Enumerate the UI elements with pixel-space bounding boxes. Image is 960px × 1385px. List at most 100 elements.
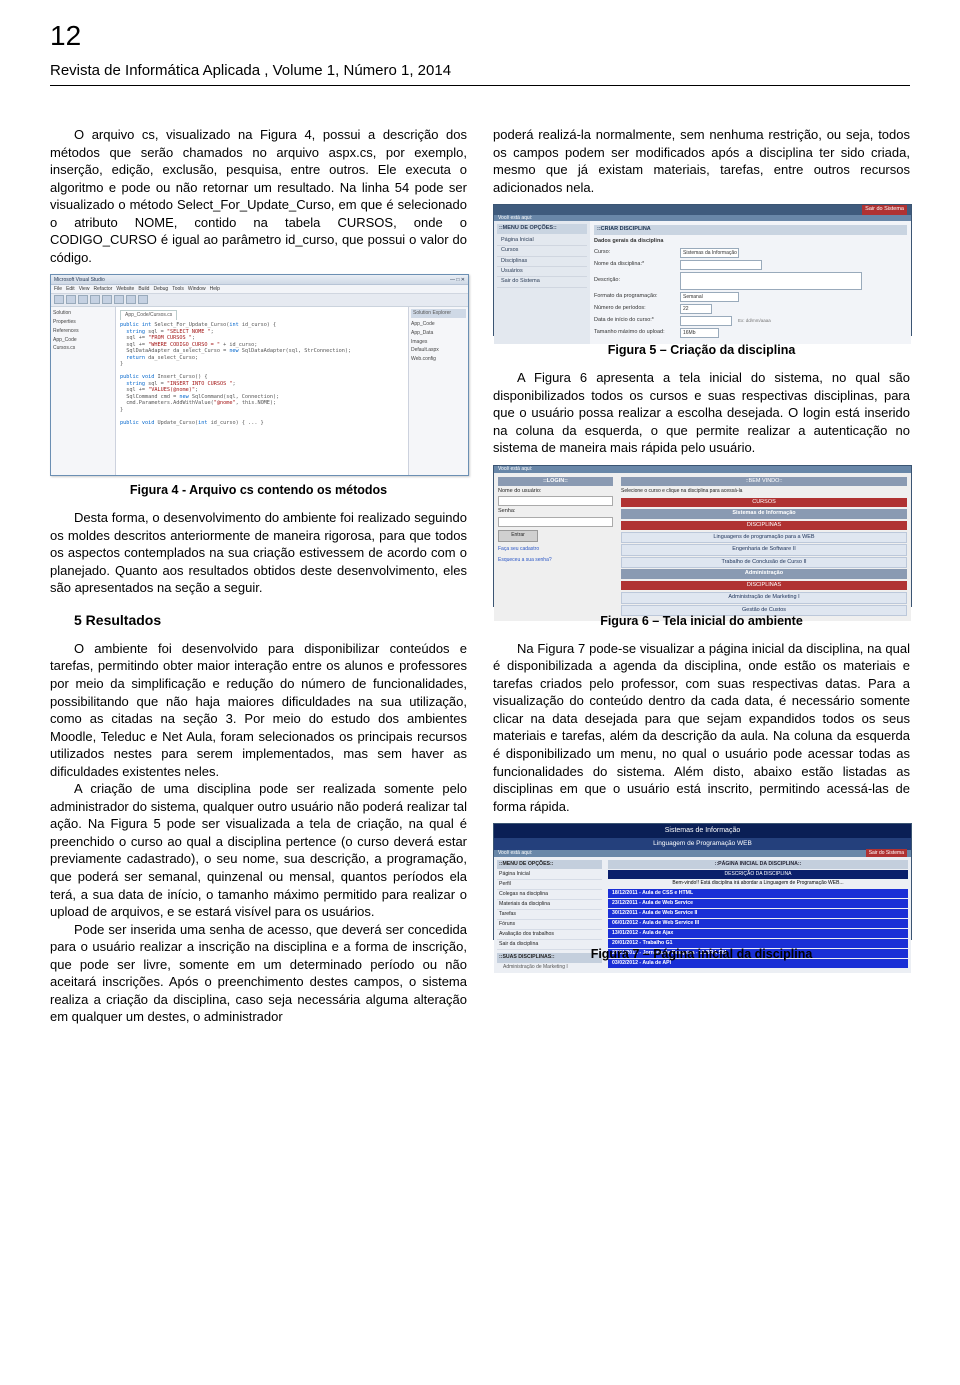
ide-menubar: File Edit View Refactor Website Build De… bbox=[51, 285, 468, 294]
desc-textarea[interactable] bbox=[680, 272, 862, 290]
pass-input[interactable] bbox=[498, 517, 613, 527]
sidebar-item[interactable]: Colegas na disciplina bbox=[497, 890, 602, 900]
course-name: Administração bbox=[621, 569, 907, 578]
solution-item[interactable]: Images bbox=[411, 338, 466, 347]
formato-label: Formato da programação: bbox=[594, 293, 674, 300]
tammax-label: Tamanho máximo do upload: bbox=[594, 329, 674, 336]
login-button[interactable]: Entrar bbox=[498, 530, 538, 542]
sidebar-item[interactable]: Materiais da disciplina bbox=[497, 900, 602, 910]
sidebar-item[interactable]: Tarefas bbox=[497, 910, 602, 920]
tammax-select[interactable]: 16Mb bbox=[680, 328, 719, 338]
fig6-app: Você está aqui: ::LOGIN:: Nome do usuári… bbox=[493, 465, 912, 607]
left-p1: O arquivo cs, visualizado na Figura 4, p… bbox=[50, 126, 467, 266]
forgot-link[interactable]: Esqueceu a sua senha? bbox=[498, 557, 613, 564]
datainicio-label: Data de início do curso:* bbox=[594, 317, 674, 324]
toolbar-btn[interactable] bbox=[90, 295, 100, 304]
welcome-note: Selecione o curso e clique na disciplina… bbox=[621, 488, 907, 495]
toolbar-btn[interactable] bbox=[138, 295, 148, 304]
sidebar-item[interactable]: Usuários bbox=[497, 267, 587, 277]
figure-7: Sistemas de Informação Linguagem de Prog… bbox=[493, 823, 910, 940]
figure-4: Microsoft Visual Studio— □ ✕ File Edit V… bbox=[50, 274, 467, 476]
editor-tab[interactable]: App_Code/Cursos.cs bbox=[120, 310, 177, 320]
solution-item[interactable]: App_Code bbox=[411, 320, 466, 329]
section-5-heading: 5 Resultados bbox=[50, 611, 467, 630]
ide-mock: Microsoft Visual Studio— □ ✕ File Edit V… bbox=[50, 274, 469, 476]
fig6-main: ::BEM VINDO:: Selecione o curso e clique… bbox=[617, 473, 911, 621]
numper-label: Número de períodos: bbox=[594, 305, 674, 312]
discipline-link[interactable]: Engenharia de Software II bbox=[621, 544, 907, 555]
pass-label: Senha: bbox=[498, 508, 613, 515]
right-p2: A Figura 6 apresenta a tela inicial do s… bbox=[493, 369, 910, 457]
solution-item[interactable]: Web.config bbox=[411, 355, 466, 364]
right-p1: poderá realizá-la normalmente, sem nenhu… bbox=[493, 126, 910, 196]
register-link[interactable]: Faça seu cadastro bbox=[498, 546, 613, 553]
agenda-date[interactable]: 06/01/2012 - Aula de Web Service III bbox=[608, 919, 908, 928]
journal-header: Revista de Informática Aplicada , Volume… bbox=[50, 62, 910, 79]
desc-line: Bem-vindo!! Está disciplina irá abordar … bbox=[608, 879, 908, 888]
sidebar-header: ::MENU DE OPÇÕES:: bbox=[497, 860, 602, 869]
sidebar-item[interactable]: Disciplinas bbox=[497, 257, 587, 267]
form-subheader: Dados gerais da disciplina bbox=[594, 238, 907, 245]
curso-select[interactable]: Sistemas da Informação bbox=[680, 248, 739, 258]
tree-node[interactable]: Cursos.cs bbox=[53, 344, 113, 353]
sidebar-item[interactable]: Avaliação dos trabalhos bbox=[497, 930, 602, 940]
toolbar-btn[interactable] bbox=[126, 295, 136, 304]
discipline-link[interactable]: Administração de Marketing I bbox=[621, 592, 907, 603]
ide-menu-refactor[interactable]: Refactor bbox=[93, 286, 112, 293]
agenda-date[interactable]: 30/12/2011 - Aula de Web Service II bbox=[608, 909, 908, 918]
solution-item[interactable]: Default.aspx bbox=[411, 346, 466, 355]
ide-menu-view[interactable]: View bbox=[79, 286, 90, 293]
tree-node[interactable]: App_Code bbox=[53, 336, 113, 345]
ide-menu-window[interactable]: Window bbox=[188, 286, 206, 293]
ide-menu-website[interactable]: Website bbox=[116, 286, 134, 293]
sidebar-item[interactable]: Página Inicial bbox=[497, 236, 587, 246]
agenda-date[interactable]: 18/12/2011 - Aula de CSS e HTML bbox=[608, 889, 908, 898]
left-p2: Desta forma, o desenvolvimento do ambien… bbox=[50, 509, 467, 597]
ide-right-pane: Solution Explorer App_Code App_Data Imag… bbox=[408, 307, 468, 475]
agenda-date[interactable]: 23/12/2011 - Aula de Web Service bbox=[608, 899, 908, 908]
ide-menu-help[interactable]: Help bbox=[210, 286, 220, 293]
left-p3: O ambiente foi desenvolvido para disponi… bbox=[50, 640, 467, 780]
discipline-link[interactable]: Trabalho de Conclusão de Curso II bbox=[621, 557, 907, 568]
numper-select[interactable]: 22 bbox=[680, 304, 712, 314]
sidebar-item[interactable]: Sair do Sistema bbox=[497, 277, 587, 287]
welcome-header: ::BEM VINDO:: bbox=[621, 477, 907, 486]
sidebar-discipline[interactable]: Administração de Marketing I bbox=[497, 964, 602, 971]
toolbar-btn[interactable] bbox=[78, 295, 88, 304]
sidebar-item[interactable]: Cursos bbox=[497, 246, 587, 256]
toolbar-btn[interactable] bbox=[54, 295, 64, 304]
datainicio-input[interactable] bbox=[680, 316, 732, 326]
desc-header: DESCRIÇÃO DA DISCIPLINA bbox=[608, 870, 908, 879]
tree-node[interactable]: Solution bbox=[53, 309, 113, 318]
ide-menu-debug[interactable]: Debug bbox=[153, 286, 168, 293]
right-p3: Na Figura 7 pode-se visualizar a página … bbox=[493, 640, 910, 815]
discipline-link[interactable]: Linguagens de programação para a WEB bbox=[621, 532, 907, 543]
ide-menu-file[interactable]: File bbox=[54, 286, 62, 293]
sidebar-item[interactable]: Página Inicial bbox=[497, 870, 602, 880]
sidebar-item[interactable]: Fóruns bbox=[497, 920, 602, 930]
right-column: poderá realizá-la normalmente, sem nenhu… bbox=[493, 126, 910, 1026]
sidebar-item[interactable]: Perfil bbox=[497, 880, 602, 890]
ide-menu-edit[interactable]: Edit bbox=[66, 286, 75, 293]
tree-node[interactable]: References bbox=[53, 327, 113, 336]
toolbar-btn[interactable] bbox=[102, 295, 112, 304]
solution-item[interactable]: App_Data bbox=[411, 329, 466, 338]
nome-input[interactable] bbox=[680, 260, 762, 270]
fig7-title: Sistemas de Informação bbox=[494, 824, 911, 837]
formato-select[interactable]: Semanal bbox=[680, 292, 739, 302]
ide-toolbar bbox=[51, 294, 468, 307]
ide-editor[interactable]: App_Code/Cursos.cs public int Select_For… bbox=[116, 307, 408, 475]
ide-menu-build[interactable]: Build bbox=[138, 286, 149, 293]
agenda-date[interactable]: 13/01/2012 - Aula de Ajax bbox=[608, 929, 908, 938]
panel-header: ::CRIAR DISCIPLINA bbox=[594, 225, 907, 234]
ide-menu-tools[interactable]: Tools bbox=[172, 286, 184, 293]
cursos-header: CURSOS bbox=[621, 498, 907, 507]
sidebar-item[interactable]: Sair da disciplina bbox=[497, 940, 602, 950]
toolbar-btn[interactable] bbox=[66, 295, 76, 304]
user-input[interactable] bbox=[498, 496, 613, 506]
breadcrumb-text: Você está aqui: bbox=[498, 850, 532, 857]
breadcrumb: Você está aqui: bbox=[494, 215, 911, 222]
tree-node[interactable]: Properties bbox=[53, 318, 113, 327]
logout-button[interactable]: Sair do Sistema bbox=[862, 205, 907, 214]
toolbar-btn[interactable] bbox=[114, 295, 124, 304]
